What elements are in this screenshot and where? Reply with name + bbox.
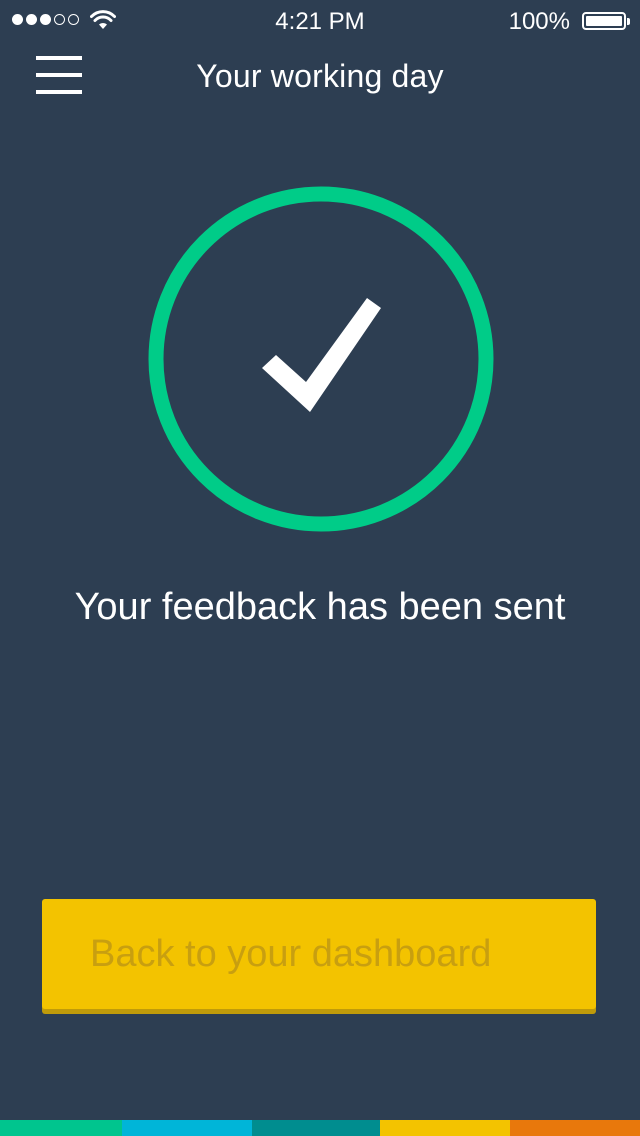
color-strip-segment — [380, 1120, 510, 1136]
battery-tip — [627, 18, 630, 25]
nav-bar: Your working day — [0, 40, 640, 112]
checkmark-circle-icon — [148, 186, 494, 532]
checkmark-icon — [262, 298, 381, 412]
status-bar: 4:21 PM 100% — [0, 0, 640, 40]
battery-icon — [582, 12, 626, 30]
footer-color-strip — [0, 1120, 640, 1136]
color-strip-segment — [0, 1120, 122, 1136]
page-title: Your working day — [196, 58, 444, 94]
confirmation-message: Your feedback has been sent — [74, 586, 566, 628]
color-strip-segment — [122, 1120, 252, 1136]
back-to-dashboard-button[interactable]: Back to your dashboard — [42, 899, 596, 1009]
color-strip-segment — [510, 1120, 640, 1136]
color-strip-segment — [252, 1120, 380, 1136]
battery-percent: 100% — [508, 8, 570, 35]
